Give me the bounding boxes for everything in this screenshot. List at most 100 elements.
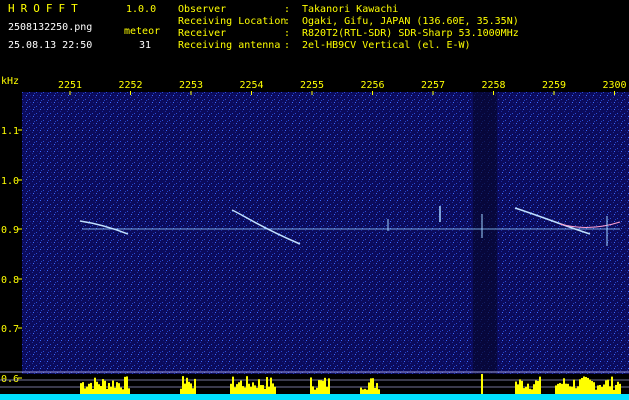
signal-bar: [326, 386, 328, 394]
signal-bar: [112, 380, 114, 394]
signal-bar: [98, 384, 100, 394]
signal-bar: [601, 386, 603, 394]
y-tick-label: 1.1: [1, 126, 19, 137]
signal-bar: [364, 388, 366, 394]
signal-bar: [86, 386, 88, 394]
signal-bar: [531, 389, 533, 394]
signal-bar: [515, 381, 517, 394]
signal-bar: [557, 383, 559, 394]
x-tick-label: 2253: [179, 80, 203, 91]
info-label: Receiving Location: [178, 16, 287, 27]
y-tick-label: 0.9: [1, 225, 19, 236]
info-label: Observer: [178, 4, 227, 15]
info-separator: :: [284, 16, 291, 27]
signal-bar: [593, 382, 595, 394]
signal-spike: [481, 374, 483, 394]
signal-bar: [314, 389, 316, 394]
signal-bar: [96, 381, 98, 394]
signal-bar: [599, 384, 601, 394]
signal-bar: [525, 386, 527, 394]
signal-bar: [613, 389, 615, 394]
signal-bar: [581, 377, 583, 394]
x-tick-label: 2258: [481, 80, 505, 91]
signal-bar: [188, 381, 190, 394]
signal-bar: [583, 376, 585, 394]
signal-bar: [180, 388, 182, 394]
signal-bar: [232, 376, 234, 394]
signal-bar: [116, 382, 118, 394]
signal-bar: [565, 383, 567, 394]
signal-bar: [603, 384, 605, 394]
signal-bar: [92, 388, 94, 394]
y-tick-label: 0.8: [1, 275, 19, 286]
signal-bar: [561, 383, 563, 394]
signal-bar: [122, 389, 124, 394]
signal-bar: [585, 377, 587, 394]
signal-bar: [270, 377, 272, 394]
signal-bar: [84, 388, 86, 394]
x-tick-label: 2255: [300, 80, 324, 91]
info-separator: :: [284, 40, 291, 51]
app-brand: HROFFT: [8, 2, 84, 15]
info-row-antenna: Receiving antenna : 2el-HB9CV Vertical (…: [178, 40, 519, 52]
y-axis-ticks: 1.11.00.90.80.70.6: [1, 126, 22, 385]
signal-bar: [589, 379, 591, 394]
signal-bar: [266, 377, 268, 394]
signal-bar: [94, 377, 96, 394]
signal-bar: [184, 383, 186, 394]
signal-bar: [324, 377, 326, 394]
signal-bar: [370, 378, 372, 394]
signal-bar: [607, 379, 609, 394]
signal-bar: [80, 383, 82, 394]
signal-bar: [597, 385, 599, 394]
signal-bar: [366, 389, 368, 394]
signal-bar: [182, 376, 184, 394]
signal-bar: [320, 380, 322, 394]
signal-bar: [605, 380, 607, 394]
signal-bar: [108, 383, 110, 394]
signal-bar: [567, 383, 569, 394]
info-value: 2el-HB9CV Vertical (el. E-W): [302, 40, 471, 51]
station-info: Observer : Takanori Kawachi Receiving Lo…: [178, 4, 519, 52]
signal-bar: [262, 385, 264, 394]
x-tick-label: 2252: [118, 80, 142, 91]
signal-bar: [559, 383, 561, 394]
y-tick-label: 1.0: [1, 176, 19, 187]
signal-bar: [569, 386, 571, 394]
signal-bar: [527, 383, 529, 394]
signal-bar: [234, 387, 236, 394]
info-value: Ogaki, Gifu, JAPAN (136.60E, 35.35N): [302, 16, 519, 27]
signal-bar: [595, 389, 597, 394]
signal-bar: [374, 387, 376, 394]
y-unit-label: kHz: [1, 76, 19, 87]
info-separator: :: [284, 4, 291, 15]
signal-bar: [318, 380, 320, 394]
signal-bar: [264, 388, 266, 394]
signal-bar: [617, 381, 619, 394]
signal-bar: [128, 388, 130, 394]
signal-bar: [609, 386, 611, 394]
signal-bar: [316, 387, 318, 394]
signal-bar: [192, 388, 194, 394]
signal-bar: [322, 380, 324, 394]
signal-bar: [90, 382, 92, 394]
signal-bar: [274, 386, 276, 394]
x-tick-label: 2251: [58, 80, 82, 91]
signal-bar: [238, 382, 240, 394]
meteor-label: meteor: [124, 26, 161, 37]
signal-bar: [100, 386, 102, 394]
signal-bar: [535, 380, 537, 394]
signal-bar: [258, 379, 260, 394]
signal-bar: [82, 382, 84, 394]
signal-bar: [272, 383, 274, 394]
signal-bar: [591, 381, 593, 394]
capture-timestamp: 25.08.13 22:50: [8, 40, 93, 51]
signal-bar: [577, 386, 579, 394]
info-label: Receiving antenna: [178, 40, 281, 51]
spectrogram-background: [22, 92, 629, 374]
signal-bar: [252, 382, 254, 394]
signal-bar: [362, 389, 364, 394]
info-label: Receiver: [178, 28, 227, 39]
spectrogram-dark-band: [473, 92, 497, 374]
signal-bar: [248, 383, 250, 394]
